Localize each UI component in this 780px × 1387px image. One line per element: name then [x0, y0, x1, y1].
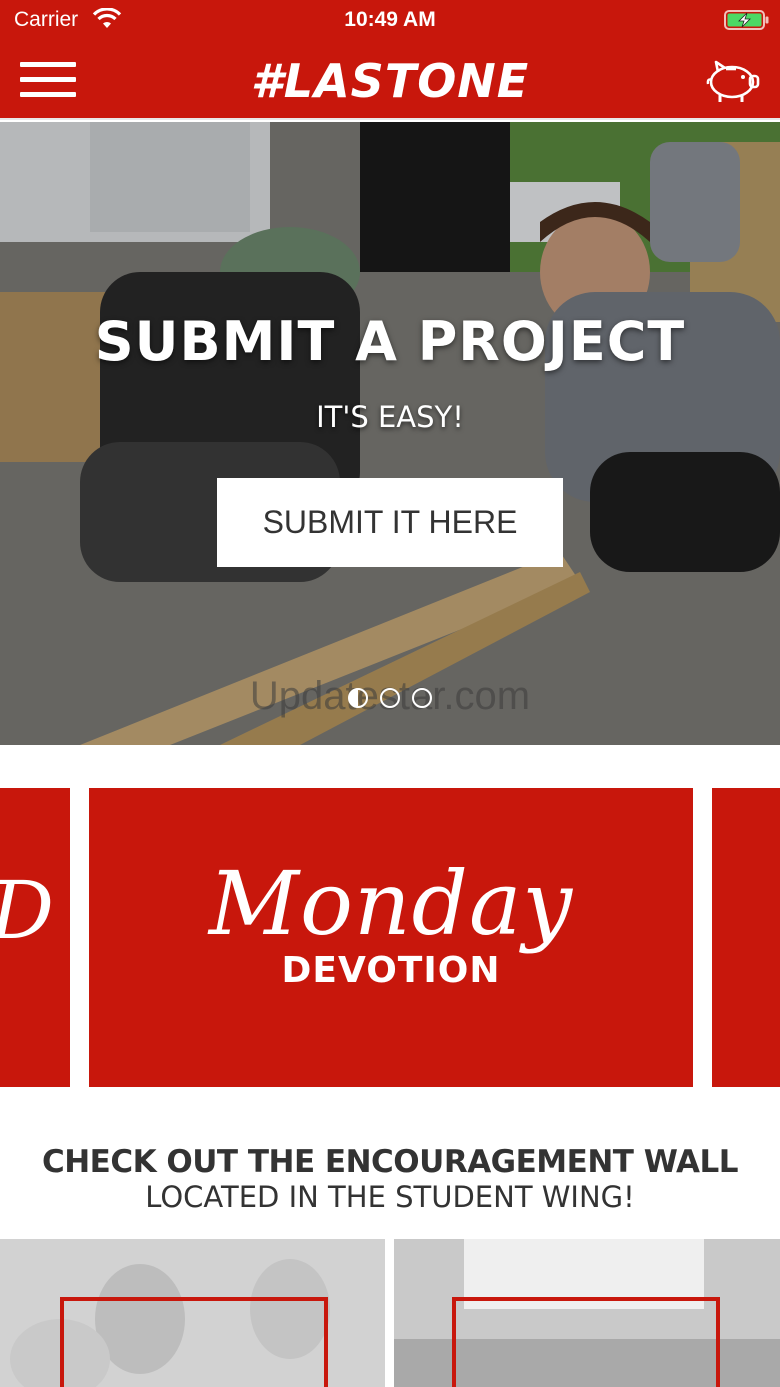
- submit-project-button[interactable]: SUBMIT IT HERE: [217, 478, 563, 567]
- previous-card-text: D: [0, 864, 54, 957]
- piggy-bank-icon[interactable]: [704, 54, 760, 106]
- status-time: 10:49 AM: [344, 8, 436, 31]
- encouragement-subheading: LOCATED IN THE STUDENT WING!: [145, 1180, 635, 1214]
- devotion-carousel[interactable]: D Monday DEVOTION: [0, 788, 780, 1087]
- nav-bar: #LASTONE: [0, 40, 780, 120]
- pager-dot-1[interactable]: [348, 688, 368, 708]
- monday-devotion-card[interactable]: Monday DEVOTION: [89, 788, 693, 1087]
- hero-title: SUBMIT A PROJECT: [94, 310, 686, 373]
- tile-left-frame: [60, 1297, 328, 1387]
- card-script-title: Monday: [208, 852, 574, 955]
- battery-charging-icon: [724, 10, 769, 30]
- photo-tile-left[interactable]: [0, 1239, 385, 1387]
- encouragement-heading: CHECK OUT THE ENCOURAGEMENT WALL: [41, 1144, 739, 1180]
- encouragement-section: CHECK OUT THE ENCOURAGEMENT WALL LOCATED…: [0, 1144, 780, 1214]
- card-caption: DEVOTION: [281, 950, 501, 991]
- app-title: #LASTONE: [250, 54, 530, 108]
- hero-subtitle: IT'S EASY!: [316, 400, 464, 434]
- hero-banner: SUBMIT A PROJECT IT'S EASY! SUBMIT IT HE…: [0, 122, 780, 745]
- next-card[interactable]: [712, 788, 780, 1087]
- tile-right-frame: [452, 1297, 720, 1387]
- previous-card[interactable]: D: [0, 788, 70, 1087]
- pager-dot-3[interactable]: [412, 688, 432, 708]
- carousel-pager[interactable]: [348, 688, 432, 708]
- photo-tile-right[interactable]: [394, 1239, 780, 1387]
- pager-dot-2[interactable]: [380, 688, 400, 708]
- status-bar: Carrier 10:49 AM: [0, 0, 780, 40]
